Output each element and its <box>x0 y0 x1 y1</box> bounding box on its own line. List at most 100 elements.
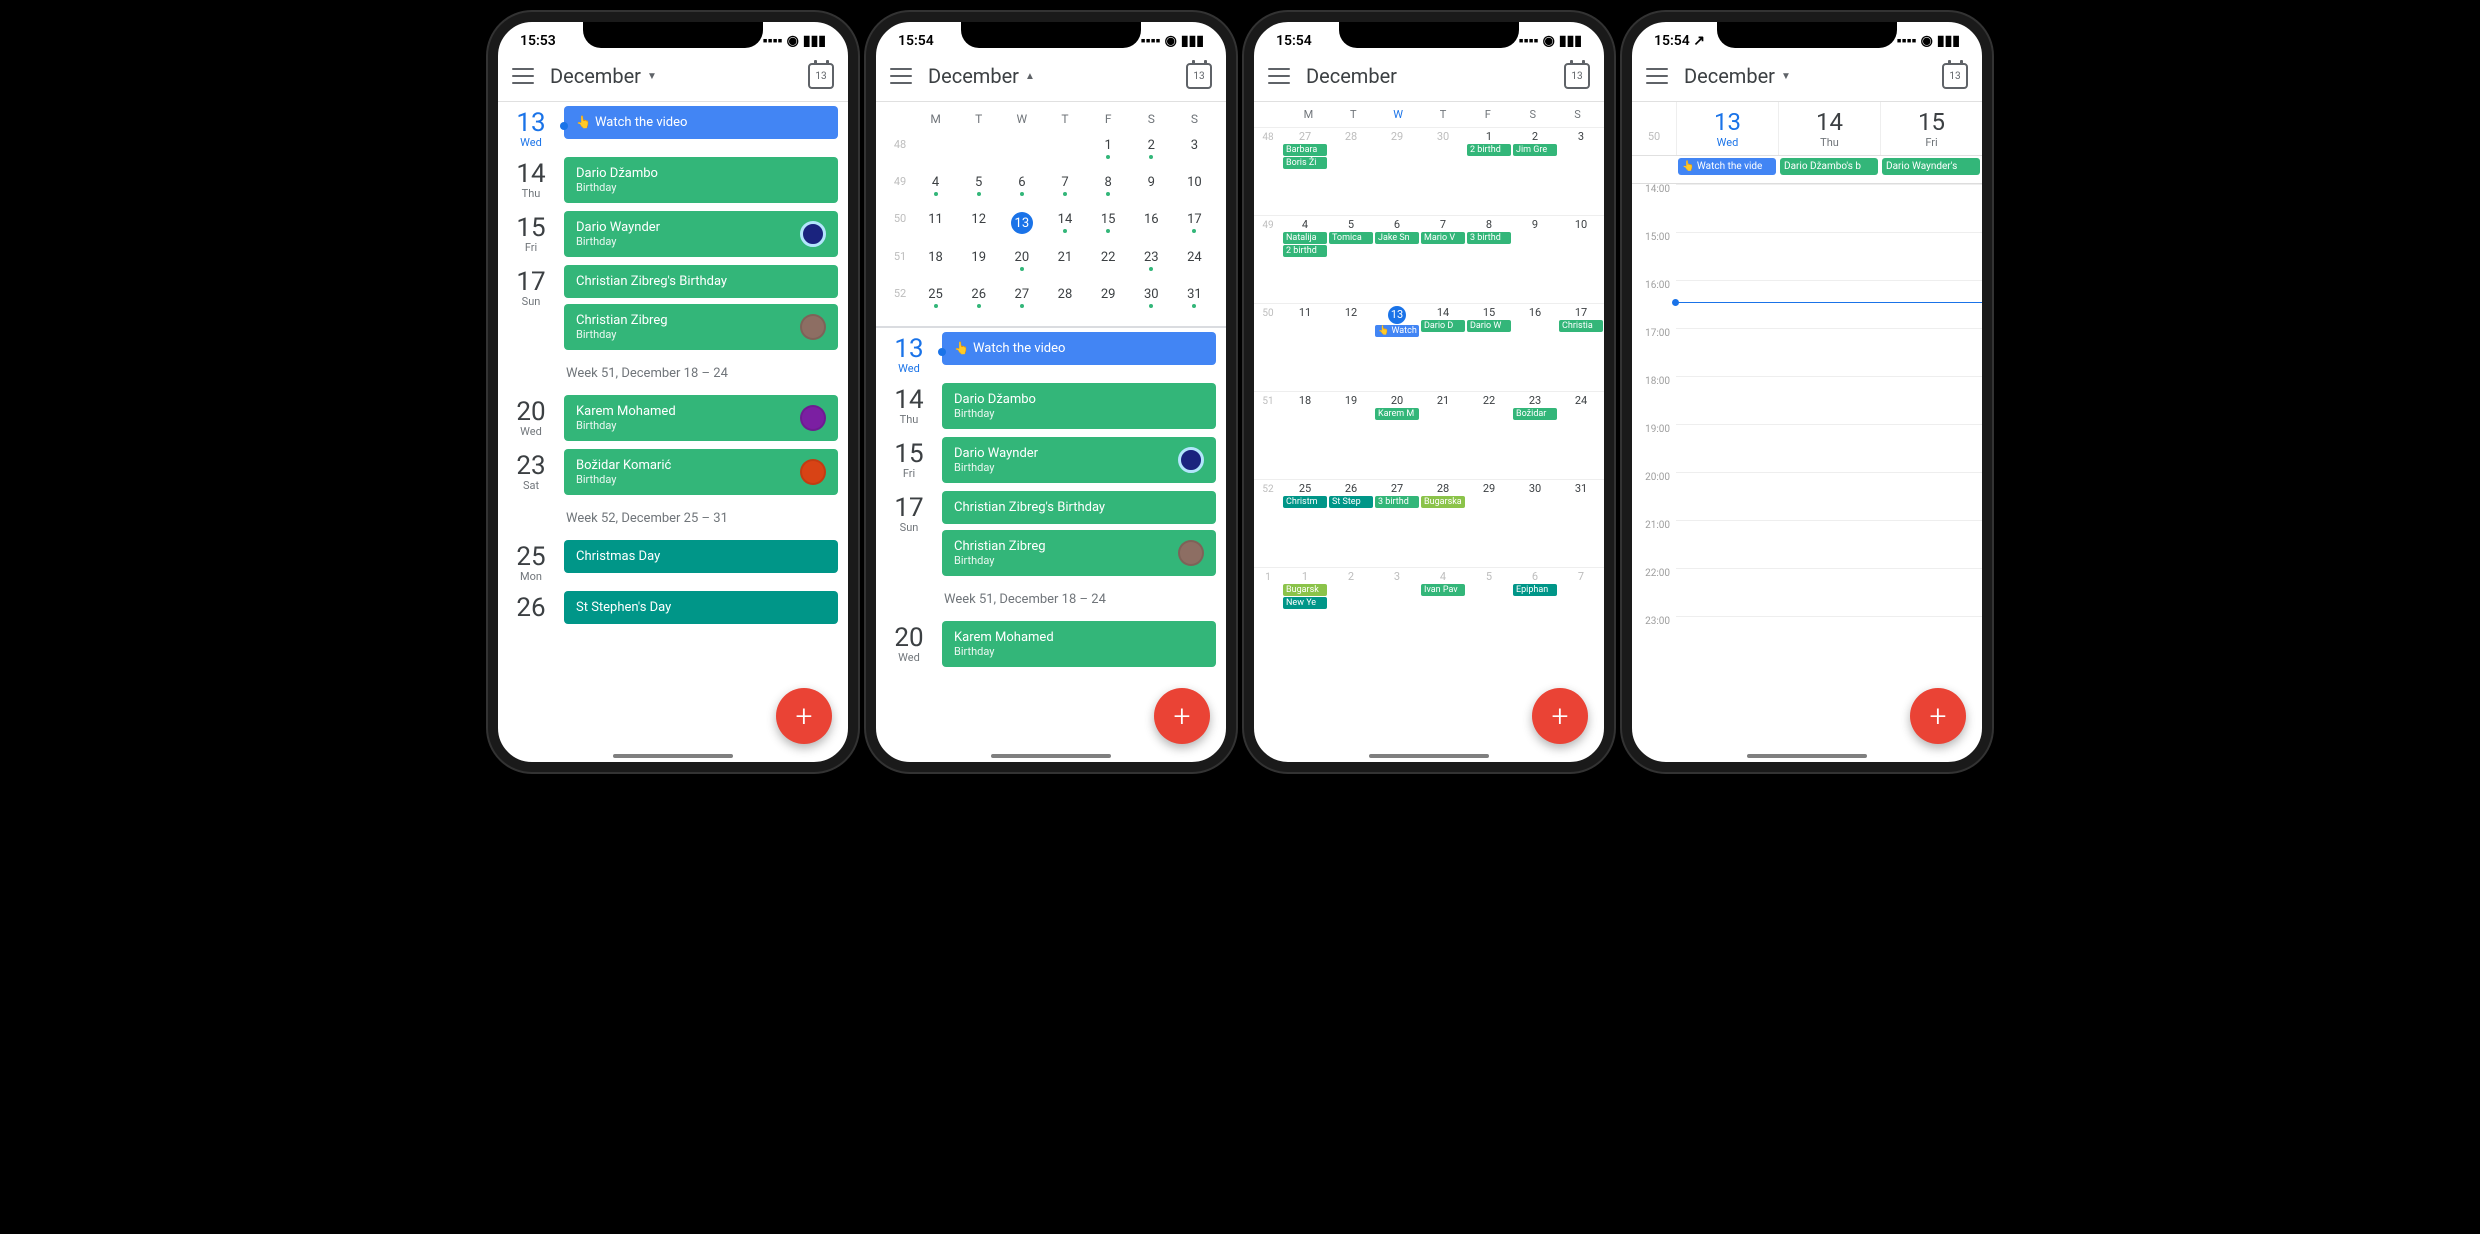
month-cell[interactable]: 24 <box>1558 392 1604 479</box>
day-column-header[interactable]: 13Wed <box>1676 102 1778 155</box>
month-cell[interactable]: 9 <box>1512 216 1558 303</box>
month-cell[interactable]: 20Karem M <box>1374 392 1420 479</box>
mini-day[interactable]: 24 <box>1173 250 1216 271</box>
month-cell[interactable]: 83 birthd <box>1466 216 1512 303</box>
event-item[interactable]: Dario DžamboBirthday <box>564 157 838 203</box>
mini-day[interactable]: 7 <box>1043 175 1086 196</box>
month-cell[interactable]: 3 <box>1374 568 1420 655</box>
hour-slot[interactable] <box>1676 568 1982 616</box>
month-chip[interactable]: Natalija <box>1283 232 1327 244</box>
month-chip[interactable]: St Step <box>1329 496 1373 508</box>
month-cell[interactable]: 11 <box>1282 304 1328 391</box>
month-chip[interactable]: Jim Gre <box>1513 144 1557 156</box>
month-cell[interactable]: 4Natalija2 birthd <box>1282 216 1328 303</box>
month-cell[interactable]: 22 <box>1466 392 1512 479</box>
month-dropdown[interactable]: December ▼ <box>550 64 792 88</box>
mini-day[interactable]: 23 <box>1130 250 1173 271</box>
mini-day[interactable]: 22 <box>1087 250 1130 271</box>
month-chip[interactable]: Epiphan <box>1513 584 1557 596</box>
event-item[interactable]: Christian Zibreg's Birthday <box>564 265 838 298</box>
add-button[interactable]: + <box>776 688 832 744</box>
hour-slot[interactable] <box>1676 232 1982 280</box>
month-cell[interactable]: 10 <box>1558 216 1604 303</box>
hour-slot[interactable] <box>1676 472 1982 520</box>
add-button[interactable]: + <box>1532 688 1588 744</box>
month-chip[interactable]: 👆 Watch <box>1375 325 1419 337</box>
month-cell[interactable]: 5Tomica <box>1328 216 1374 303</box>
today-button[interactable]: 13 <box>1942 63 1968 89</box>
month-cell[interactable]: 23Božidar <box>1512 392 1558 479</box>
mini-day[interactable] <box>1043 138 1086 159</box>
month-cell[interactable]: 28Bugarska <box>1420 480 1466 567</box>
mini-day[interactable]: 6 <box>1000 175 1043 196</box>
month-chip[interactable]: Dario W <box>1467 320 1511 332</box>
mini-day[interactable]: 4 <box>914 175 957 196</box>
mini-day[interactable]: 3 <box>1173 138 1216 159</box>
today-button[interactable]: 13 <box>1564 63 1590 89</box>
event-item[interactable]: Christian Zibreg's Birthday <box>942 491 1216 524</box>
mini-day[interactable]: 15 <box>1087 212 1130 234</box>
month-cell[interactable]: 18 <box>1282 392 1328 479</box>
month-chip[interactable]: Božidar <box>1513 408 1557 420</box>
mini-day[interactable]: 27 <box>1000 287 1043 308</box>
event-item[interactable]: Karem MohamedBirthday <box>564 395 838 441</box>
month-cell[interactable]: 13👆 Watch <box>1374 304 1420 391</box>
mini-day[interactable]: 26 <box>957 287 1000 308</box>
month-cell[interactable]: 12 birthd <box>1466 128 1512 215</box>
mini-day[interactable]: 11 <box>914 212 957 234</box>
month-cell[interactable]: 28 <box>1328 128 1374 215</box>
schedule-list[interactable]: 13Wed 👆Watch the video 14Thu Dario Džamb… <box>876 328 1226 728</box>
day-column-header[interactable]: 15Fri <box>1880 102 1982 155</box>
month-cell[interactable]: 3 <box>1558 128 1604 215</box>
event-item[interactable]: 👆Watch the video <box>564 106 838 139</box>
month-cell[interactable]: 7Mario V <box>1420 216 1466 303</box>
event-item[interactable]: Christian ZibregBirthday <box>564 304 838 350</box>
month-cell[interactable]: 6Epiphan <box>1512 568 1558 655</box>
allday-chip[interactable]: 👆 Watch the vide <box>1678 158 1776 175</box>
month-chip[interactable]: New Ye <box>1283 597 1327 609</box>
hour-slot[interactable] <box>1676 328 1982 376</box>
month-cell[interactable]: 17Christia <box>1558 304 1604 391</box>
month-dropdown[interactable]: December▼ <box>1684 64 1926 88</box>
mini-day[interactable] <box>914 138 957 159</box>
add-button[interactable]: + <box>1910 688 1966 744</box>
mini-day[interactable]: 1 <box>1087 138 1130 159</box>
month-cell[interactable]: 15Dario W <box>1466 304 1512 391</box>
month-cell[interactable]: 26St Step <box>1328 480 1374 567</box>
mini-day[interactable]: 8 <box>1087 175 1130 196</box>
month-cell[interactable]: 273 birthd <box>1374 480 1420 567</box>
mini-day[interactable]: 30 <box>1130 287 1173 308</box>
month-cell[interactable]: 12 <box>1328 304 1374 391</box>
month-cell[interactable]: 14Dario D <box>1420 304 1466 391</box>
mini-day[interactable] <box>1000 138 1043 159</box>
hour-slot[interactable] <box>1676 520 1982 568</box>
mini-day[interactable]: 13 <box>1000 212 1043 234</box>
event-item[interactable]: St Stephen's Day <box>564 591 838 624</box>
month-cell[interactable]: 30 <box>1420 128 1466 215</box>
month-chip[interactable]: Tomica <box>1329 232 1373 244</box>
mini-day[interactable]: 2 <box>1130 138 1173 159</box>
month-cell[interactable]: 19 <box>1328 392 1374 479</box>
month-chip[interactable]: Mario V <box>1421 232 1465 244</box>
month-cell[interactable]: 31 <box>1558 480 1604 567</box>
month-chip[interactable]: Jake Sn <box>1375 232 1419 244</box>
menu-icon[interactable] <box>512 68 534 84</box>
month-cell[interactable]: 16 <box>1512 304 1558 391</box>
month-dropdown[interactable]: December▲ <box>928 64 1170 88</box>
mini-day[interactable]: 28 <box>1043 287 1086 308</box>
threeday-view[interactable]: 5013Wed14Thu15Fri 👆 Watch the videDario … <box>1632 102 1982 742</box>
month-cell[interactable]: 29 <box>1374 128 1420 215</box>
month-cell[interactable]: 2 <box>1328 568 1374 655</box>
month-chip[interactable]: 2 birthd <box>1467 144 1511 156</box>
mini-day[interactable]: 25 <box>914 287 957 308</box>
event-item[interactable]: Božidar KomarićBirthday <box>564 449 838 495</box>
event-item[interactable]: 👆Watch the video <box>942 332 1216 365</box>
menu-icon[interactable] <box>1268 68 1290 84</box>
month-chip[interactable]: 2 birthd <box>1283 245 1327 257</box>
month-cell[interactable]: 25Christm <box>1282 480 1328 567</box>
month-cell[interactable]: 5 <box>1466 568 1512 655</box>
mini-day[interactable]: 20 <box>1000 250 1043 271</box>
add-button[interactable]: + <box>1154 688 1210 744</box>
event-item[interactable]: Christmas Day <box>564 540 838 573</box>
month-chip[interactable]: Christm <box>1283 496 1327 508</box>
